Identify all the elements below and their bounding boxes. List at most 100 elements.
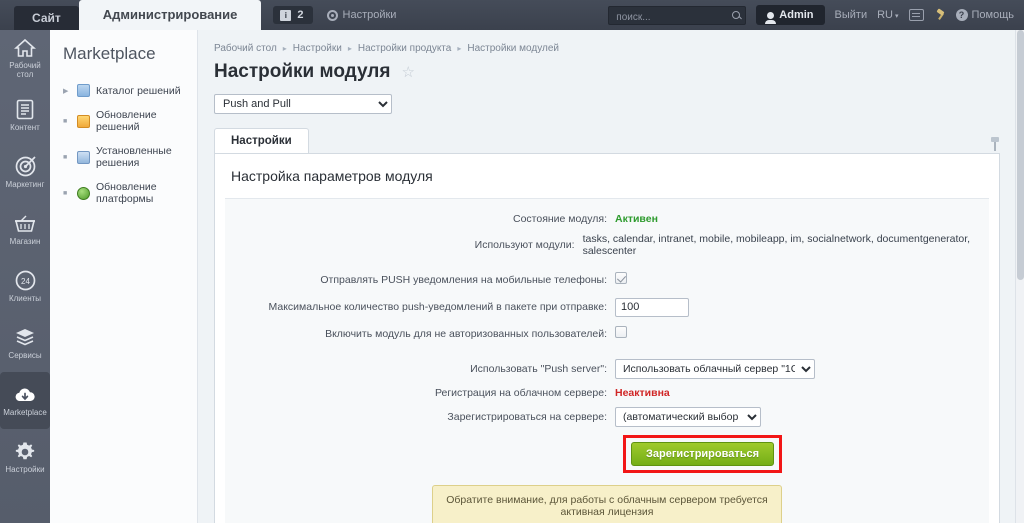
push-mobile-label: Отправлять PUSH уведомления на мобильные… bbox=[320, 274, 607, 286]
language-switcher[interactable]: RU ▾ bbox=[877, 9, 898, 21]
breadcrumb-item[interactable]: Настройки модулей bbox=[467, 43, 559, 54]
gear-icon bbox=[326, 9, 338, 21]
platform-icon bbox=[77, 186, 90, 200]
person-icon bbox=[765, 11, 777, 24]
row-push-server: Использовать "Push server": Использовать… bbox=[225, 358, 989, 379]
basket-icon bbox=[13, 213, 37, 235]
help-icon: ? bbox=[955, 9, 968, 21]
breadcrumb-item[interactable]: Настройки продукта bbox=[358, 43, 451, 54]
form-area: Состояние модуля: Активен Используют мод… bbox=[225, 198, 989, 523]
sidebar-label: Маркетинг bbox=[5, 179, 45, 189]
breadcrumb-item[interactable]: Рабочий стол bbox=[214, 43, 277, 54]
document-icon bbox=[13, 99, 37, 121]
settings-panel: Настройка параметров модуля Состояние мо… bbox=[214, 153, 1000, 523]
pin-icon[interactable] bbox=[934, 9, 946, 21]
admin-user-button[interactable]: Admin bbox=[756, 5, 825, 25]
favorite-star-icon[interactable]: ☆ bbox=[401, 63, 414, 81]
marketplace-nav-panel: Marketplace ▶ Каталог решений ■ Обновлен… bbox=[50, 30, 198, 523]
nav-item-update-solutions[interactable]: ■ Обновление решений bbox=[50, 103, 197, 139]
max-packet-label: Максимальное количество push-уведомлений… bbox=[268, 300, 607, 313]
sidebar-item-shop[interactable]: Магазин bbox=[0, 201, 50, 258]
admin-user-label: Admin bbox=[779, 9, 814, 21]
logout-link[interactable]: Выйти bbox=[835, 9, 868, 21]
top-settings-link[interactable]: Настройки bbox=[326, 9, 396, 21]
tab-site[interactable]: Сайт bbox=[14, 6, 79, 30]
pin-icon[interactable] bbox=[990, 137, 1000, 151]
register-server-label: Зарегистрироваться на сервере: bbox=[447, 410, 607, 423]
nav-item-platform-update[interactable]: ■ Обновление платформы bbox=[50, 175, 197, 211]
max-packet-input[interactable] bbox=[615, 297, 689, 317]
sidebar-label: Сервисы bbox=[8, 350, 42, 360]
register-server-select[interactable]: (автоматический выбор сервера) bbox=[615, 406, 761, 427]
home-icon bbox=[13, 37, 37, 59]
cloud-download-icon bbox=[13, 384, 37, 406]
sidebar-item-marketing[interactable]: Маркетинг bbox=[0, 144, 50, 201]
row-module-status: Состояние модуля: Активен bbox=[225, 213, 989, 225]
sidebar-item-services[interactable]: Сервисы bbox=[0, 315, 50, 372]
layers-icon bbox=[13, 327, 37, 349]
nav-item-label: Обновление решений bbox=[96, 109, 157, 133]
row-max-packet: Максимальное количество push-уведомлений… bbox=[225, 297, 989, 317]
nav-item-installed-solutions[interactable]: ■ Установленные решения bbox=[50, 139, 197, 175]
top-bar-right: Admin Выйти RU▾ ? Помощь bbox=[608, 0, 1024, 30]
nav-item-label: Каталог решений bbox=[96, 84, 181, 97]
main-content: Рабочий стол ▸ Настройки ▸ Настройки про… bbox=[198, 30, 1024, 523]
svg-text:24: 24 bbox=[21, 277, 30, 286]
chevron-down-icon: ▾ bbox=[894, 13, 899, 20]
top-bar: Сайт Администрирование i 2 Настройки Adm… bbox=[0, 0, 1024, 30]
search-box[interactable] bbox=[608, 5, 747, 26]
page-scrollbar[interactable] bbox=[1015, 30, 1024, 523]
bullet-icon: ■ bbox=[63, 117, 68, 125]
breadcrumb-separator: ▸ bbox=[457, 44, 462, 53]
chevron-right-icon[interactable]: ▶ bbox=[63, 87, 71, 95]
highlight-annotation: Зарегистрироваться bbox=[623, 434, 783, 473]
messages-icon[interactable] bbox=[908, 9, 924, 21]
sidebar-label: Настройки bbox=[5, 464, 45, 474]
sidebar-item-desktop[interactable]: Рабочий стол bbox=[0, 30, 50, 87]
update-icon bbox=[77, 114, 90, 128]
module-status-value: Активен bbox=[615, 213, 658, 225]
breadcrumb-item[interactable]: Настройки bbox=[293, 43, 342, 54]
sidebar-item-content[interactable]: Контент bbox=[0, 87, 50, 144]
registration-label: Регистрация на облачном сервере: bbox=[434, 386, 607, 399]
sidebar-item-clients[interactable]: 24 Клиенты bbox=[0, 258, 50, 315]
language-label: RU bbox=[877, 9, 893, 21]
push-server-label: Использовать "Push server": bbox=[470, 362, 607, 375]
search-input[interactable] bbox=[609, 8, 746, 26]
sidebar-item-marketplace[interactable]: Marketplace bbox=[0, 372, 50, 429]
help-link[interactable]: ? Помощь bbox=[955, 9, 1015, 21]
push-server-select[interactable]: Использовать облачный сервер "1С-Битрикс… bbox=[615, 358, 815, 379]
gear-icon bbox=[13, 441, 37, 463]
sidebar-label: Магазин bbox=[9, 236, 41, 246]
register-button[interactable]: Зарегистрироваться bbox=[631, 441, 775, 466]
used-by-label: Используют модули: bbox=[474, 239, 575, 251]
row-register-server: Зарегистрироваться на сервере: (автомати… bbox=[225, 406, 989, 427]
notification-count: 2 bbox=[297, 9, 304, 21]
page-title: Настройки модуля bbox=[214, 61, 391, 82]
nav-item-label: Установленные решения bbox=[96, 145, 172, 169]
registration-value: Неактивна bbox=[615, 386, 670, 399]
tab-administration[interactable]: Администрирование bbox=[78, 0, 262, 30]
row-unauth-users: Включить модуль для не авторизованных по… bbox=[225, 325, 989, 343]
page-scrollbar-thumb[interactable] bbox=[1017, 30, 1024, 280]
breadcrumb-separator: ▸ bbox=[282, 44, 287, 53]
nav-panel-list: ▶ Каталог решений ■ Обновление решений ■… bbox=[50, 78, 197, 211]
row-registration-status: Регистрация на облачном сервере: Неактив… bbox=[225, 387, 989, 399]
module-status-label: Состояние модуля: bbox=[512, 213, 607, 225]
push-mobile-checkbox[interactable] bbox=[615, 272, 627, 284]
unauth-users-checkbox[interactable] bbox=[615, 325, 627, 338]
breadcrumb-separator: ▸ bbox=[347, 44, 352, 53]
sidebar-item-settings[interactable]: Настройки bbox=[0, 429, 50, 486]
tab-settings[interactable]: Настройки bbox=[214, 128, 309, 153]
notifications-badge[interactable]: i 2 bbox=[273, 6, 313, 24]
search-icon bbox=[732, 10, 741, 19]
nav-item-catalog[interactable]: ▶ Каталог решений bbox=[50, 78, 197, 103]
target-icon bbox=[13, 156, 37, 178]
help-label: Помощь bbox=[971, 9, 1015, 21]
module-select[interactable]: Push and Pull bbox=[214, 94, 392, 114]
row-push-mobile: Отправлять PUSH уведомления на мобильные… bbox=[225, 271, 989, 289]
info-icon: i bbox=[280, 9, 292, 21]
top-bar-tabs: Сайт Администрирование bbox=[0, 0, 262, 30]
sidebar-label: Marketplace bbox=[3, 407, 47, 417]
license-notice: Обратите внимание, для работы с облачным… bbox=[432, 484, 782, 523]
